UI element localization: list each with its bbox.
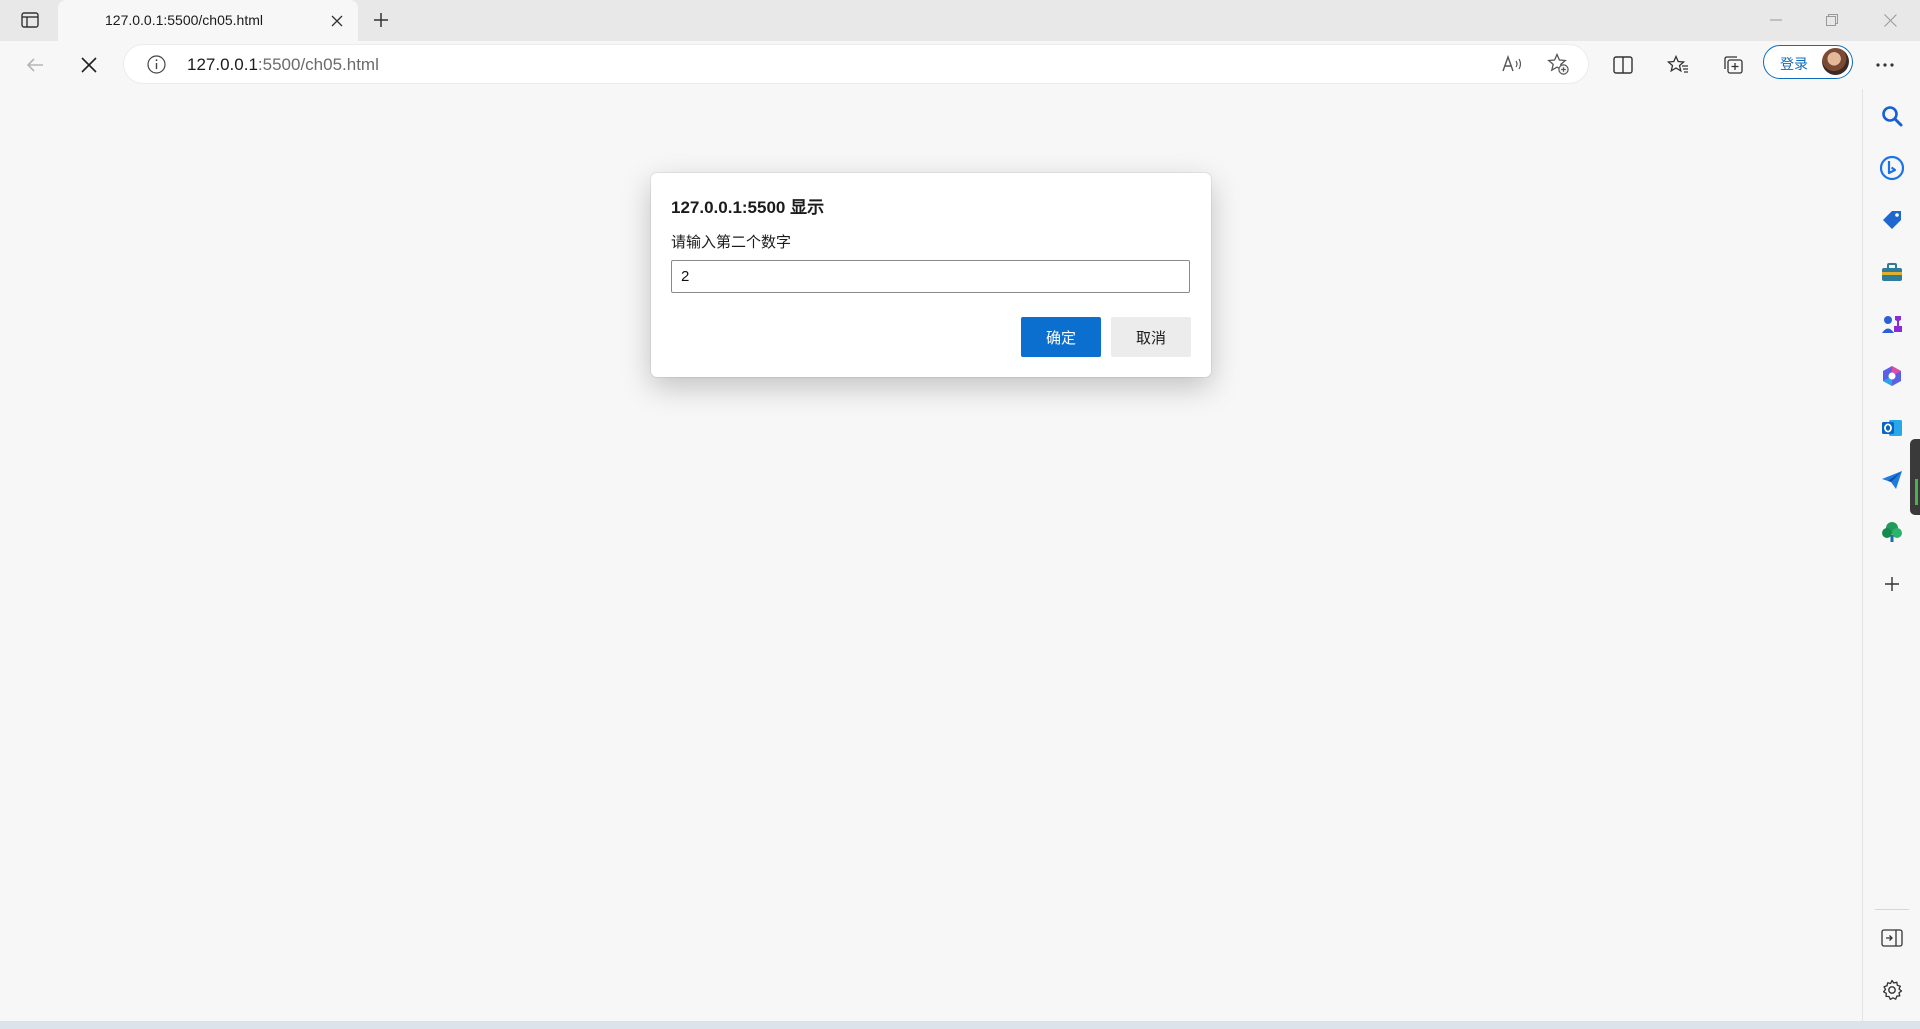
restore-button[interactable] xyxy=(1804,0,1860,40)
hide-sidebar-button[interactable] xyxy=(1877,923,1907,953)
microsoft-365-icon xyxy=(1880,364,1904,388)
cancel-button[interactable]: 取消 xyxy=(1111,317,1191,357)
arrow-left-icon xyxy=(26,57,44,73)
split-screen-button[interactable] xyxy=(1605,47,1641,83)
sidebar-settings-button[interactable] xyxy=(1877,975,1907,1005)
close-icon xyxy=(331,15,343,27)
send-icon xyxy=(1880,469,1904,491)
profile-login-button[interactable]: 登录 xyxy=(1763,45,1853,79)
ok-button[interactable]: 确定 xyxy=(1021,317,1101,357)
url-host: 127.0.0.1 xyxy=(187,55,258,74)
close-icon xyxy=(1883,13,1897,27)
games-icon xyxy=(1880,312,1904,336)
close-icon xyxy=(81,57,97,73)
collections-icon xyxy=(1722,55,1744,75)
sidebar-games-button[interactable] xyxy=(1877,309,1907,339)
sidebar-scroll-grip[interactable] xyxy=(1910,439,1920,515)
collections-button[interactable] xyxy=(1715,47,1751,83)
back-button[interactable] xyxy=(17,47,53,83)
favorites-icon xyxy=(1667,55,1689,75)
sidebar-tree-button[interactable] xyxy=(1877,517,1907,547)
site-info-button[interactable] xyxy=(146,54,166,74)
window-close-button[interactable] xyxy=(1862,0,1918,40)
new-tab-button[interactable] xyxy=(366,6,396,34)
sidebar-outlook-button[interactable] xyxy=(1877,413,1907,443)
tab-actions-icon xyxy=(21,12,39,28)
sidebar-divider xyxy=(1875,909,1909,910)
dialog-message: 请输入第二个数字 xyxy=(671,234,792,251)
info-icon xyxy=(146,54,166,74)
settings-and-more-button[interactable] xyxy=(1867,47,1903,83)
sidebar-send-button[interactable] xyxy=(1877,465,1907,495)
browser-toolbar: 127.0.0.1:5500/ch05.html 登录 xyxy=(0,41,1920,90)
hide-sidebar-icon xyxy=(1881,929,1903,947)
minimize-button[interactable] xyxy=(1748,0,1804,40)
page-content: 127.0.0.1:5500 显示 请输入第二个数字 确定 取消 xyxy=(0,89,1862,1021)
more-horizontal-icon xyxy=(1876,63,1894,67)
tree-icon xyxy=(1880,520,1904,544)
edge-sidebar xyxy=(1862,89,1920,1021)
prompt-input[interactable] xyxy=(671,260,1190,293)
minimize-icon xyxy=(1770,19,1782,21)
add-icon xyxy=(1884,576,1900,592)
tab-title: 127.0.0.1:5500/ch05.html xyxy=(105,12,264,28)
tab-strip: 127.0.0.1:5500/ch05.html xyxy=(0,0,1920,41)
plus-icon xyxy=(373,12,389,28)
bottom-bar xyxy=(0,1021,1920,1029)
sidebar-add-button[interactable] xyxy=(1877,569,1907,599)
tools-icon xyxy=(1880,261,1904,283)
stop-loading-button[interactable] xyxy=(71,47,107,83)
prompt-dialog: 127.0.0.1:5500 显示 请输入第二个数字 确定 取消 xyxy=(651,173,1211,377)
dialog-title: 127.0.0.1:5500 显示 xyxy=(671,198,825,217)
sidebar-shopping-button[interactable] xyxy=(1877,205,1907,235)
bing-chat-icon xyxy=(1879,155,1905,181)
active-tab[interactable]: 127.0.0.1:5500/ch05.html xyxy=(58,0,358,41)
tab-close-button[interactable] xyxy=(326,10,348,32)
star-add-icon xyxy=(1547,53,1569,75)
split-screen-icon xyxy=(1613,56,1633,74)
avatar xyxy=(1822,48,1849,75)
search-icon xyxy=(1881,105,1903,127)
restore-icon xyxy=(1826,14,1838,26)
url-text[interactable]: 127.0.0.1:5500/ch05.html xyxy=(187,55,379,75)
add-favorite-button[interactable] xyxy=(1540,46,1576,82)
favorites-button[interactable] xyxy=(1660,47,1696,83)
sidebar-microsoft-365-button[interactable] xyxy=(1877,361,1907,391)
address-bar[interactable]: 127.0.0.1:5500/ch05.html xyxy=(124,45,1588,83)
url-path: :5500/ch05.html xyxy=(257,55,379,74)
sidebar-search-button[interactable] xyxy=(1877,101,1907,131)
read-aloud-icon xyxy=(1502,55,1524,73)
settings-icon xyxy=(1881,979,1903,1001)
read-aloud-button[interactable] xyxy=(1495,46,1531,82)
login-label: 登录 xyxy=(1780,56,1808,72)
sidebar-bing-chat-button[interactable] xyxy=(1877,153,1907,183)
shopping-tag-icon xyxy=(1880,208,1904,232)
sidebar-tools-button[interactable] xyxy=(1877,257,1907,287)
outlook-icon xyxy=(1880,416,1904,440)
tab-actions-button[interactable] xyxy=(14,6,46,34)
